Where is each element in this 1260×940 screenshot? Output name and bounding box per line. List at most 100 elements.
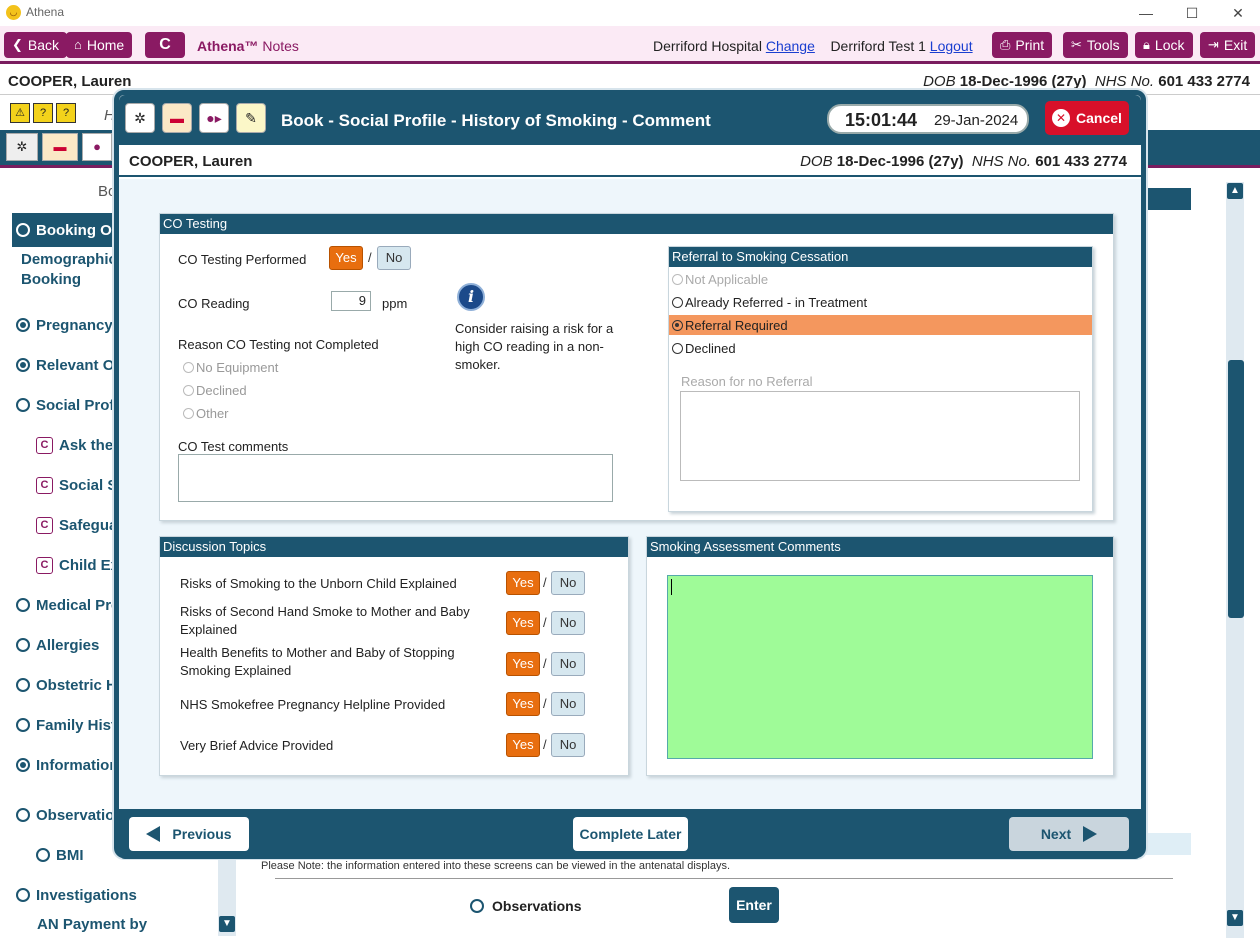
- discussion-no-button[interactable]: No: [551, 652, 585, 676]
- pill-icon[interactable]: ▬: [162, 103, 192, 133]
- assessment-comments-input[interactable]: [667, 575, 1093, 759]
- user-name: Derriford Test 1: [830, 38, 926, 54]
- logout-link[interactable]: Logout: [930, 38, 973, 54]
- enter-button[interactable]: Enter: [729, 887, 779, 923]
- question-icon[interactable]: ?: [33, 103, 53, 123]
- referral-not-applicable-label: Not Applicable: [685, 271, 769, 287]
- next-button[interactable]: Next: [1009, 817, 1129, 851]
- exit-icon: ⇥: [1208, 37, 1219, 52]
- referral-already-referred-option[interactable]: Already Referred - in Treatment: [669, 292, 1092, 312]
- complete-later-button[interactable]: Complete Later: [573, 817, 688, 851]
- co-comments-input[interactable]: [178, 454, 613, 502]
- observations-radio[interactable]: [470, 899, 484, 913]
- comment-dialog: ✲ ▬ ●▸ ✎ Book - Social Profile - History…: [114, 90, 1146, 859]
- person-icon[interactable]: ●: [82, 133, 112, 161]
- print-button[interactable]: ⎙ Print: [992, 32, 1053, 58]
- slash-separator: /: [543, 575, 547, 590]
- c-button[interactable]: C: [145, 32, 185, 58]
- help-icon[interactable]: ?: [56, 103, 76, 123]
- radio-selected-icon: [672, 319, 683, 331]
- close-window-icon[interactable]: ✕: [1228, 3, 1248, 23]
- main-scroll-up-icon[interactable]: ▲: [1227, 183, 1243, 199]
- discussion-yes-button[interactable]: Yes: [506, 692, 540, 716]
- slash-separator: /: [368, 250, 372, 265]
- radio-icon: [16, 678, 30, 692]
- co-testing-panel: CO Testing CO Testing Performed Yes / No…: [159, 213, 1114, 521]
- tools-button[interactable]: ✂ Tools: [1063, 32, 1128, 58]
- sidebar-item-label: BMI: [56, 846, 84, 864]
- home-icon: ⌂: [74, 37, 82, 52]
- sidebar-item-label: Investigations: [36, 886, 137, 904]
- observations-option[interactable]: Observations: [470, 898, 581, 914]
- reason-other-option[interactable]: Other: [183, 406, 229, 421]
- chevron-left-icon: ❮: [12, 37, 23, 52]
- previous-button[interactable]: Previous: [129, 817, 249, 851]
- referral-already-referred-label: Already Referred - in Treatment: [685, 294, 868, 310]
- sidebar-item-label: Social Profil: [36, 396, 123, 414]
- co-performed-yes-button[interactable]: Yes: [329, 246, 363, 270]
- notepad-icon[interactable]: ✎: [236, 103, 266, 133]
- clock-date: 29-Jan-2024: [934, 112, 1019, 129]
- observations-label: Observations: [492, 898, 582, 914]
- sidebar-item-label: Ask the: [59, 436, 114, 454]
- discussion-header: Discussion Topics: [160, 537, 628, 557]
- dialog-nhs-value: 601 433 2774: [1035, 153, 1127, 170]
- cancel-button[interactable]: ✕ Cancel: [1045, 101, 1129, 135]
- no-referral-reason-input[interactable]: [680, 391, 1080, 481]
- c-badge-icon: C: [36, 436, 53, 454]
- sidebar-scroll-down-icon[interactable]: ▼: [219, 916, 235, 932]
- discussion-no-button[interactable]: No: [551, 571, 585, 595]
- reason-no-equipment-option[interactable]: No Equipment: [183, 360, 278, 375]
- app-name: Athena: [26, 5, 65, 19]
- home-label: Home: [86, 37, 125, 53]
- cancel-label: Cancel: [1076, 110, 1122, 126]
- lock-icon: 🔒︎: [1143, 37, 1150, 52]
- co-reading-input[interactable]: 9: [331, 291, 371, 311]
- co-performed-label: CO Testing Performed: [178, 252, 307, 267]
- person-arrow-icon[interactable]: ●▸: [199, 103, 229, 133]
- tools-label: Tools: [1086, 37, 1120, 53]
- dialog-footer: Previous Complete Later Next: [119, 809, 1141, 859]
- maximize-icon[interactable]: ☐: [1182, 3, 1202, 23]
- star-icon[interactable]: ✲: [125, 103, 155, 133]
- pill-icon[interactable]: ▬: [42, 133, 78, 161]
- co-info-text: Consider raising a risk for a high CO re…: [455, 321, 614, 372]
- discussion-no-button[interactable]: No: [551, 733, 585, 757]
- minimize-icon[interactable]: —: [1136, 3, 1156, 23]
- dob-label: DOB: [923, 73, 956, 90]
- reason-no-equipment-label: No Equipment: [196, 360, 279, 375]
- assessment-panel: Smoking Assessment Comments: [646, 536, 1114, 776]
- home-button[interactable]: ⌂ Home: [66, 32, 133, 58]
- exit-button[interactable]: ⇥ Exit: [1200, 32, 1256, 58]
- radio-icon: [16, 358, 30, 372]
- main-scroll-down-icon[interactable]: ▼: [1227, 910, 1243, 926]
- discussion-no-button[interactable]: No: [551, 611, 585, 635]
- star-icon[interactable]: ✲: [6, 133, 38, 161]
- sidebar-item[interactable]: Investigations: [12, 878, 202, 912]
- radio-icon: [16, 888, 30, 902]
- discussion-yes-button[interactable]: Yes: [506, 733, 540, 757]
- patient-details: DOB 18-Dec-1996 (27y) NHS No. 601 433 27…: [923, 73, 1250, 90]
- discussion-yes-button[interactable]: Yes: [506, 611, 540, 635]
- dialog-title: Book - Social Profile - History of Smoki…: [281, 111, 711, 130]
- dialog-header: ✲ ▬ ●▸ ✎ Book - Social Profile - History…: [119, 95, 1141, 145]
- alert-icon[interactable]: ⚠: [10, 103, 30, 123]
- sidebar-item[interactable]: AN Payment by: [12, 916, 202, 936]
- lock-button[interactable]: 🔒︎ Lock: [1135, 32, 1193, 58]
- athena-logo-icon: ◡: [6, 5, 21, 20]
- back-button[interactable]: ❮ Back: [4, 32, 68, 58]
- reason-declined-option[interactable]: Declined: [183, 383, 247, 398]
- change-link[interactable]: Change: [766, 38, 815, 54]
- window-title-bar: ◡ Athena — ☐ ✕: [0, 0, 1260, 26]
- referral-required-option[interactable]: Referral Required: [669, 315, 1092, 335]
- discussion-yes-button[interactable]: Yes: [506, 571, 540, 595]
- discussion-no-button[interactable]: No: [551, 692, 585, 716]
- main-scroll-thumb[interactable]: [1228, 360, 1244, 618]
- app-brand: Athena™ Notes: [197, 38, 299, 54]
- referral-header: Referral to Smoking Cessation: [669, 247, 1092, 267]
- patient-name: COOPER, Lauren: [8, 73, 132, 90]
- discussion-yes-button[interactable]: Yes: [506, 652, 540, 676]
- referral-declined-option[interactable]: Declined: [669, 338, 1092, 358]
- co-performed-no-button[interactable]: No: [377, 246, 411, 270]
- referral-not-applicable-option[interactable]: Not Applicable: [669, 269, 1092, 289]
